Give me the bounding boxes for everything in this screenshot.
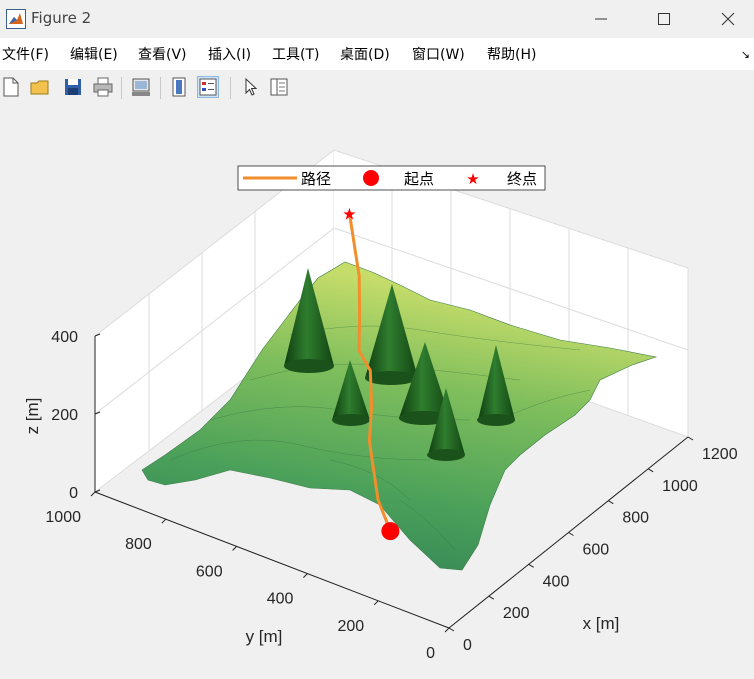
x-tick bbox=[608, 500, 614, 505]
y-tick-label: 1000 bbox=[45, 509, 81, 526]
save-icon[interactable] bbox=[62, 76, 84, 98]
plot-axes[interactable]: ★ 02004006008001000120002004006008001000… bbox=[0, 106, 754, 675]
end-marker: ★ bbox=[342, 207, 356, 224]
figure-toolbar bbox=[0, 70, 754, 107]
x-tick-label: 0 bbox=[463, 637, 472, 654]
start-marker bbox=[381, 522, 400, 541]
title-bar: Figure 2 bbox=[0, 0, 754, 38]
toolbar-separator bbox=[230, 77, 231, 99]
x-tick bbox=[687, 436, 694, 441]
cone-4-base bbox=[332, 414, 370, 426]
legend-icon bbox=[199, 78, 217, 96]
menu-window[interactable]: 窗口(W) bbox=[412, 44, 465, 64]
cone-6-base bbox=[427, 449, 465, 461]
toolbar-separator bbox=[121, 77, 122, 99]
x-tick-label: 200 bbox=[503, 605, 530, 622]
menu-view[interactable]: 查看(V) bbox=[138, 44, 187, 64]
minimize-icon bbox=[595, 18, 607, 20]
toolbar-separator bbox=[160, 77, 161, 99]
dock-arrow-icon[interactable]: ↘ bbox=[741, 48, 750, 61]
colorbar-icon[interactable] bbox=[168, 76, 190, 98]
close-button[interactable] bbox=[708, 6, 748, 32]
pointer-icon[interactable] bbox=[240, 76, 262, 98]
cone-5-base bbox=[477, 414, 515, 426]
legend-start-swatch bbox=[363, 170, 379, 186]
close-icon bbox=[721, 12, 735, 26]
menu-bar: 文件(F) 编辑(E) 查看(V) 插入(I) 工具(T) 桌面(D) 窗口(W… bbox=[0, 38, 754, 70]
x-tick bbox=[647, 468, 654, 473]
z-axis-label: z [m] bbox=[23, 398, 42, 435]
y-tick bbox=[373, 600, 379, 606]
y-tick bbox=[444, 627, 450, 633]
menu-tools[interactable]: 工具(T) bbox=[272, 44, 319, 64]
x-tick-label: 800 bbox=[622, 510, 649, 527]
y-tick-label: 400 bbox=[267, 591, 294, 608]
y-tick bbox=[161, 518, 167, 524]
maximize-button[interactable] bbox=[644, 6, 684, 32]
maximize-icon bbox=[658, 13, 670, 25]
y-tick-label: 200 bbox=[337, 618, 364, 635]
x-tick bbox=[488, 595, 495, 600]
legend-end-label: 终点 bbox=[507, 171, 537, 188]
menu-edit[interactable]: 编辑(E) bbox=[70, 44, 118, 64]
y-axis-label: y [m] bbox=[246, 627, 283, 646]
legend-end-swatch: ★ bbox=[466, 171, 479, 188]
figure-area: ★ 0 200 400 600 800 1000 1200 0 200 400 600 800 1000… bbox=[0, 106, 754, 675]
legend-start-label: 起点 bbox=[404, 171, 434, 188]
menu-help[interactable]: 帮助(H) bbox=[487, 44, 536, 64]
menu-insert[interactable]: 插入(I) bbox=[208, 44, 251, 64]
new-figure-icon[interactable] bbox=[0, 76, 22, 98]
property-inspector-icon[interactable] bbox=[268, 76, 290, 98]
cone-1-base bbox=[284, 359, 334, 373]
print-icon[interactable] bbox=[92, 76, 114, 98]
legend-path-label: 路径 bbox=[301, 171, 331, 188]
y-tick-label: 800 bbox=[125, 536, 152, 553]
menu-file[interactable]: 文件(F) bbox=[2, 44, 49, 64]
matlab-icon bbox=[6, 9, 26, 29]
z-tick-label: 0 bbox=[69, 485, 78, 502]
z-tick-label: 200 bbox=[51, 407, 78, 424]
link-plot-icon[interactable] bbox=[130, 76, 152, 98]
open-file-icon[interactable] bbox=[29, 76, 51, 98]
y-tick bbox=[232, 546, 237, 551]
x-tick-label: 1000 bbox=[662, 478, 698, 495]
x-tick bbox=[528, 563, 534, 568]
window-title: Figure 2 bbox=[31, 9, 92, 27]
x-tick-label: 600 bbox=[583, 542, 610, 559]
cone-2-base bbox=[365, 371, 417, 385]
x-tick-label: 400 bbox=[543, 573, 570, 590]
y-tick-label: 0 bbox=[426, 645, 435, 662]
legend[interactable]: 路径 起点 ★ 终点 bbox=[237, 165, 546, 191]
y-tick-label: 600 bbox=[196, 563, 223, 580]
x-tick bbox=[448, 627, 455, 632]
z-tick-label: 400 bbox=[51, 329, 78, 346]
menu-desktop[interactable]: 桌面(D) bbox=[340, 44, 390, 64]
y-tick bbox=[90, 491, 96, 497]
x-tick-label: 1200 bbox=[702, 446, 738, 463]
x-axis-label: x [m] bbox=[583, 614, 620, 633]
x-tick bbox=[568, 532, 574, 536]
minimize-button[interactable] bbox=[581, 6, 621, 32]
legend-toggle-button[interactable] bbox=[197, 76, 219, 98]
y-tick bbox=[303, 573, 308, 578]
